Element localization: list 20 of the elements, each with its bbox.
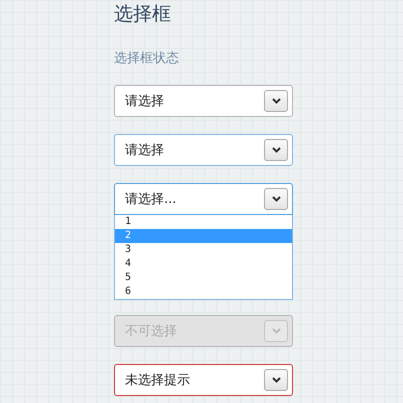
- dropdown-option[interactable]: 4: [115, 257, 292, 271]
- chevron-down-icon: [272, 147, 280, 153]
- chevron-down-icon: [272, 98, 280, 104]
- chevron-down-icon: [272, 377, 280, 383]
- page-title: 选择框: [114, 2, 172, 26]
- dropdown-option[interactable]: 5: [115, 271, 292, 285]
- dropdown-button[interactable]: [264, 369, 288, 391]
- dropdown-option[interactable]: 1: [115, 215, 292, 229]
- dropdown-button[interactable]: [264, 188, 288, 210]
- dropdown-option[interactable]: 6: [115, 285, 292, 299]
- select-field[interactable]: 请选择: [114, 134, 293, 166]
- dropdown-option[interactable]: 3: [115, 243, 292, 257]
- section-title: 选择框状态: [114, 50, 180, 68]
- select-field[interactable]: 请选择...: [114, 183, 293, 215]
- chevron-down-icon: [272, 328, 280, 334]
- select-field[interactable]: 请选择: [114, 85, 293, 117]
- dropdown-button[interactable]: [264, 139, 288, 161]
- select-field[interactable]: 未选择提示: [114, 364, 293, 396]
- dropdown-button[interactable]: [264, 90, 288, 112]
- chevron-down-icon: [272, 196, 280, 202]
